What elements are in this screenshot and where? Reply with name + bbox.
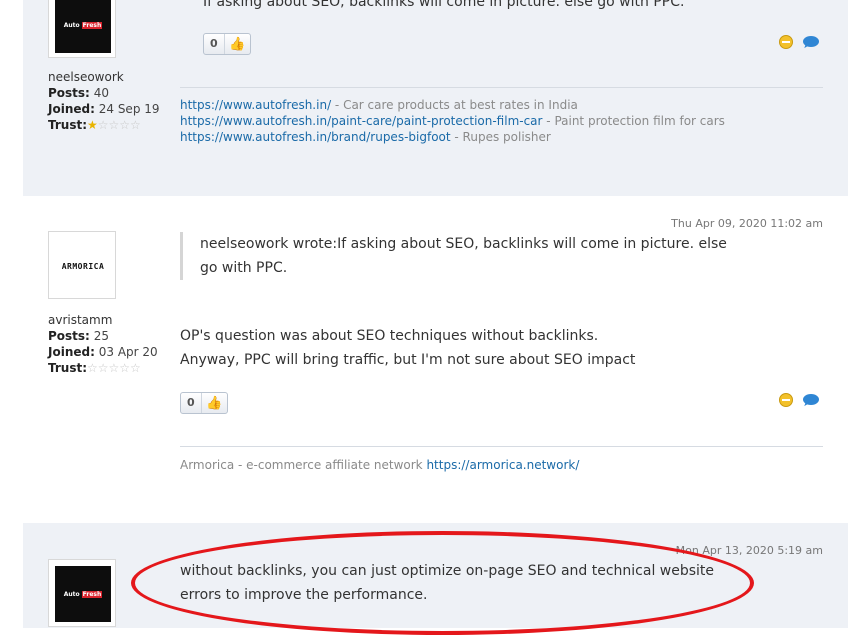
post-text-line: errors to improve the performance. bbox=[180, 587, 428, 603]
post-2: Thu Apr 09, 2020 11:02 am ARMORICA avris… bbox=[23, 196, 848, 523]
autofresh-logo: Auto Fresh bbox=[55, 0, 111, 53]
thumbs-up-icon: 👍 bbox=[229, 36, 246, 52]
avatar[interactable]: Auto Fresh bbox=[48, 559, 116, 627]
post-text-line: Anyway, PPC will bring traffic, but I'm … bbox=[180, 352, 636, 368]
trust-stars: ☆☆☆☆☆ bbox=[87, 361, 141, 375]
speech-bubble-icon[interactable] bbox=[803, 36, 819, 47]
logo-text-a: Auto bbox=[63, 590, 80, 598]
avatar[interactable]: Auto Fresh bbox=[48, 0, 116, 58]
post-text-line: without backlinks, you can just optimize… bbox=[180, 563, 715, 579]
joined-label: Joined: bbox=[48, 102, 95, 116]
joined-value: 24 Sep 19 bbox=[98, 102, 160, 116]
trust-label: Trust: bbox=[48, 118, 88, 132]
minus-circle-icon[interactable] bbox=[779, 393, 793, 407]
thumbs-up-icon: 👍 bbox=[206, 395, 223, 411]
signature: https://www.autofresh.in/ - Car care pro… bbox=[180, 97, 725, 145]
signature-link[interactable]: https://www.autofresh.in/paint-care/pain… bbox=[180, 114, 542, 128]
username[interactable]: avristamm bbox=[48, 312, 158, 328]
logo-text-a: Auto bbox=[63, 21, 80, 29]
joined-label: Joined: bbox=[48, 345, 95, 359]
minus-circle-icon[interactable] bbox=[779, 35, 793, 49]
logo-text-b: Fresh bbox=[81, 21, 103, 29]
posts-label: Posts: bbox=[48, 329, 90, 343]
quote-line: neelseowork wrote:If asking about SEO, b… bbox=[200, 236, 727, 252]
speech-bubble-icon[interactable] bbox=[803, 394, 819, 405]
quote-block: neelseowork wrote:If asking about SEO, b… bbox=[180, 232, 727, 280]
logo-text-b: Fresh bbox=[81, 590, 103, 598]
signature-link[interactable]: https://www.autofresh.in/brand/rupes-big… bbox=[180, 130, 451, 144]
signature-text: - Rupes polisher bbox=[450, 130, 551, 144]
post-3: Mon Apr 13, 2020 5:19 am Auto Fresh witho… bbox=[23, 523, 848, 628]
posts-label: Posts: bbox=[48, 86, 90, 100]
post-date: Thu Apr 09, 2020 11:02 am bbox=[671, 217, 823, 230]
user-info: neelseowork Posts: 40 Joined: 24 Sep 19 … bbox=[48, 69, 160, 133]
posts-value: 40 bbox=[93, 86, 109, 100]
joined-value: 03 Apr 20 bbox=[98, 345, 158, 359]
posts-value: 25 bbox=[93, 329, 109, 343]
post-text: OP's question was about SEO techniques w… bbox=[180, 324, 635, 372]
signature-link[interactable]: https://armorica.network/ bbox=[426, 458, 579, 472]
user-info: avristamm Posts: 25 Joined: 03 Apr 20 Tr… bbox=[48, 312, 158, 376]
signature-divider bbox=[180, 446, 823, 447]
post-text: without backlinks, you can just optimize… bbox=[180, 559, 714, 607]
like-button[interactable]: 0 👍 bbox=[203, 33, 251, 55]
post-1: Auto Fresh neelseowork Posts: 40 Joined: … bbox=[23, 0, 848, 196]
like-button[interactable]: 0 👍 bbox=[180, 392, 228, 414]
trust-stars: ★☆☆☆☆ bbox=[87, 118, 141, 132]
post-date: Mon Apr 13, 2020 5:19 am bbox=[675, 544, 823, 557]
signature-text: - Car care products at best rates in Ind… bbox=[331, 98, 578, 112]
signature-text: Armorica - e-commerce affiliate network bbox=[180, 458, 427, 472]
signature-divider bbox=[180, 87, 823, 88]
username[interactable]: neelseowork bbox=[48, 69, 160, 85]
trust-label: Trust: bbox=[48, 361, 88, 375]
post-text: If asking about SEO, backlinks will come… bbox=[203, 0, 685, 10]
post-text-line: OP's question was about SEO techniques w… bbox=[180, 328, 599, 344]
armorica-logo: ARMORICA bbox=[61, 261, 105, 271]
like-count: 0 bbox=[204, 34, 225, 54]
signature: Armorica - e-commerce affiliate network … bbox=[180, 457, 579, 473]
signature-link[interactable]: https://www.autofresh.in/ bbox=[180, 98, 331, 112]
avatar[interactable]: ARMORICA bbox=[48, 231, 116, 299]
signature-text: - Paint protection film for cars bbox=[542, 114, 725, 128]
like-count: 0 bbox=[181, 393, 202, 413]
autofresh-logo: Auto Fresh bbox=[55, 566, 111, 622]
quote-line: go with PPC. bbox=[200, 260, 288, 276]
